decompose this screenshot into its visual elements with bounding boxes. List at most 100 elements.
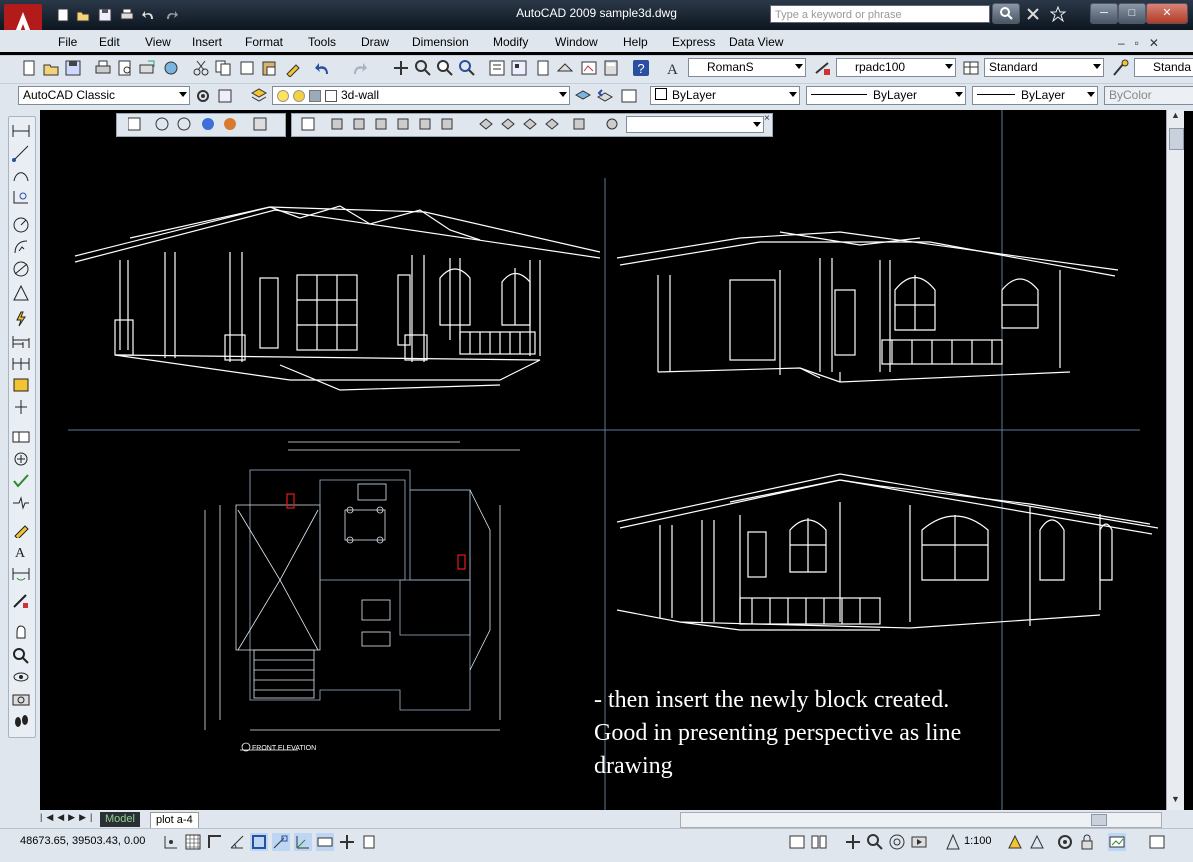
- menu-express[interactable]: Express: [672, 35, 715, 49]
- quick-properties-icon[interactable]: [360, 833, 378, 851]
- search-input[interactable]: Type a keyword or phrase: [770, 5, 990, 23]
- plot-icon[interactable]: [94, 59, 112, 77]
- quick-dimension-icon[interactable]: [11, 310, 31, 328]
- publish-web-icon[interactable]: [162, 59, 180, 77]
- walk-tool-icon[interactable]: [11, 712, 31, 730]
- scroll-down-arrow-icon[interactable]: ▼: [1167, 794, 1184, 810]
- search-button[interactable]: [992, 3, 1020, 24]
- dimension-style-select[interactable]: rpadc100: [836, 58, 956, 77]
- quickcalc-icon[interactable]: [602, 59, 620, 77]
- dimension-space-icon[interactable]: [11, 376, 31, 394]
- menu-help[interactable]: Help: [623, 35, 648, 49]
- zoom-window-icon[interactable]: [436, 59, 454, 77]
- sheet-set-icon[interactable]: [556, 59, 574, 77]
- favorites-star-icon[interactable]: [1050, 6, 1066, 22]
- object-snap-icon[interactable]: [250, 833, 268, 851]
- menu-view[interactable]: View: [145, 35, 171, 49]
- camera-tool-icon[interactable]: [11, 690, 31, 708]
- workspace-select[interactable]: AutoCAD Classic: [18, 86, 190, 105]
- annotation-visibility-icon[interactable]: [1006, 833, 1024, 851]
- cut-icon[interactable]: [192, 59, 210, 77]
- communication-center-icon[interactable]: [1026, 7, 1040, 21]
- make-object-layer-current-icon[interactable]: [574, 87, 592, 105]
- menu-insert[interactable]: Insert: [192, 35, 222, 49]
- scroll-up-arrow-icon[interactable]: ▲: [1167, 110, 1184, 126]
- tool-palettes-icon[interactable]: [534, 59, 552, 77]
- doc-window-controls[interactable]: –▫✕: [1118, 36, 1178, 50]
- markup-set-icon[interactable]: [580, 59, 598, 77]
- properties-icon[interactable]: [488, 59, 506, 77]
- zoom-tool-icon[interactable]: [11, 646, 31, 664]
- continue-dimension-icon[interactable]: [11, 354, 31, 372]
- multileader-style-icon[interactable]: [1112, 59, 1130, 77]
- color-select[interactable]: ByLayer: [650, 86, 800, 105]
- visual-styles-icons[interactable]: [128, 116, 278, 132]
- center-mark-icon[interactable]: [11, 450, 31, 468]
- publish-icon[interactable]: [138, 59, 156, 77]
- jogged-linear-icon[interactable]: [11, 494, 31, 512]
- multileader-style-select[interactable]: Standa: [1134, 58, 1193, 77]
- vertical-scrollbar[interactable]: ▲ ▼: [1166, 110, 1184, 810]
- workspace-settings-icon[interactable]: [194, 87, 212, 105]
- dimension-break-icon[interactable]: [11, 398, 31, 416]
- showmotion-icon[interactable]: [910, 833, 928, 851]
- lock-ui-icon[interactable]: [1078, 833, 1096, 851]
- tab-navigation-icons[interactable]: |◀◀▶▶|: [40, 812, 100, 827]
- model-space-icon[interactable]: [788, 833, 806, 851]
- dimension-style-tool-icon[interactable]: [11, 592, 31, 610]
- menu-modify[interactable]: Modify: [493, 35, 528, 49]
- pan-icon[interactable]: [392, 59, 410, 77]
- open-icon[interactable]: [42, 59, 60, 77]
- layout-quick-view-icon[interactable]: [810, 833, 828, 851]
- tab-plot-a4[interactable]: plot a-4: [150, 812, 199, 829]
- undo-icon[interactable]: [314, 59, 332, 77]
- toolbar-close-icon[interactable]: ×: [764, 113, 770, 124]
- polar-tracking-icon[interactable]: [228, 833, 246, 851]
- dynamic-input-icon[interactable]: [316, 833, 334, 851]
- horizontal-scroll-thumb[interactable]: [1091, 814, 1107, 826]
- maximize-button[interactable]: □: [1118, 3, 1146, 24]
- plot-style-select[interactable]: ByColor: [1104, 86, 1193, 105]
- help-icon[interactable]: ?: [632, 59, 650, 77]
- hardware-acceleration-icon[interactable]: [1108, 833, 1126, 851]
- radius-dimension-icon[interactable]: [11, 216, 31, 234]
- lineweight-toggle-icon[interactable]: [338, 833, 356, 851]
- snap-mode-icon[interactable]: [162, 833, 180, 851]
- copy-icon[interactable]: [214, 59, 232, 77]
- diameter-dimension-icon[interactable]: [11, 260, 31, 278]
- menu-data-view[interactable]: Data View: [729, 35, 783, 49]
- tab-model[interactable]: Model: [100, 812, 140, 827]
- grid-display-icon[interactable]: [184, 833, 202, 851]
- orbit-tool-icon[interactable]: [11, 668, 31, 686]
- plot-preview-icon[interactable]: [116, 59, 134, 77]
- zoom-realtime-icon[interactable]: [414, 59, 432, 77]
- layer-select[interactable]: 3d-wall: [272, 86, 570, 105]
- pan-status-icon[interactable]: [844, 833, 862, 851]
- design-center-icon[interactable]: [510, 59, 528, 77]
- view-cube-icons[interactable]: [300, 116, 620, 132]
- layer-state-icon[interactable]: [620, 87, 638, 105]
- coordinates-readout[interactable]: 48673.65, 39503.43, 0.00: [20, 835, 145, 847]
- save-icon[interactable]: [64, 59, 82, 77]
- match-properties-icon[interactable]: [284, 59, 302, 77]
- scroll-thumb[interactable]: [1169, 128, 1184, 150]
- layer-previous-icon[interactable]: [596, 87, 614, 105]
- pan-tool-icon[interactable]: [11, 624, 31, 642]
- minimize-button[interactable]: ─: [1090, 3, 1118, 24]
- menu-file[interactable]: File: [58, 35, 77, 49]
- layer-properties-icon[interactable]: [250, 87, 268, 105]
- jogged-dimension-icon[interactable]: [11, 238, 31, 256]
- ducs-icon[interactable]: [294, 833, 312, 851]
- tolerance-icon[interactable]: [11, 428, 31, 446]
- linear-dimension-icon[interactable]: [11, 122, 31, 140]
- annotation-scale-icon[interactable]: [944, 833, 962, 851]
- steering-wheel-icon[interactable]: [888, 833, 906, 851]
- aligned-dimension-icon[interactable]: [11, 144, 31, 162]
- lineweight-select[interactable]: ByLayer: [972, 86, 1098, 105]
- auto-scale-icon[interactable]: [1028, 833, 1046, 851]
- dimension-text-edit-icon[interactable]: A: [11, 542, 31, 560]
- workspace-switching-icon[interactable]: [1056, 833, 1074, 851]
- dimension-edit-icon[interactable]: [11, 520, 31, 538]
- linetype-select[interactable]: ByLayer: [806, 86, 966, 105]
- inspection-icon[interactable]: [11, 472, 31, 490]
